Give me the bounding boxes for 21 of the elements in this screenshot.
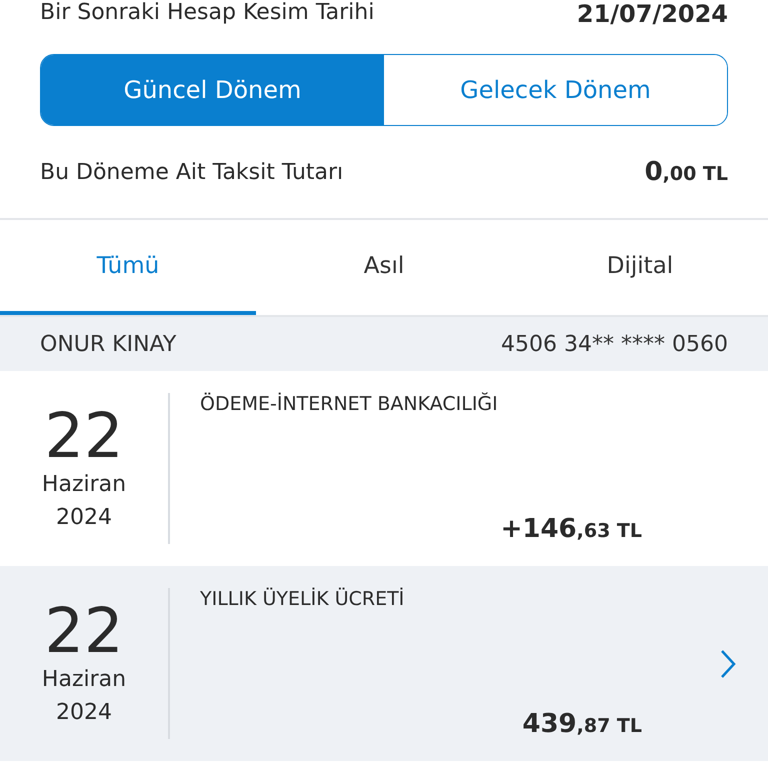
transaction-amount: +146,63 TL [500, 514, 642, 544]
period-tab[interactable]: Güncel Dönem [41, 55, 384, 125]
filter-tab[interactable]: Asıl [256, 220, 512, 315]
transaction-day: 22 [44, 402, 124, 468]
transaction-row[interactable]: 22 Haziran 2024 YILLIK ÜYELİK ÜCRETİ 439,87 TL [0, 566, 768, 761]
transaction-year: 2024 [56, 699, 112, 728]
transaction-amount: 439,87 TL [522, 709, 642, 739]
statement-date-label: Bir Sonraki Hesap Kesim Tarihi [40, 0, 374, 25]
card-number: 4506 34** **** 0560 [501, 332, 728, 356]
transaction-title: ÖDEME-İNTERNET BANKACILIĞI [200, 393, 499, 415]
statement-date-value: 21/07/2024 [576, 0, 728, 28]
transaction-title: YILLIK ÜYELİK ÜCRETİ [200, 588, 406, 610]
filter-tab[interactable]: Dijital [512, 220, 768, 315]
transaction-year: 2024 [56, 504, 112, 532]
installment-label: Bu Döneme Ait Taksit Tutarı [40, 160, 344, 184]
transaction-month: Haziran [42, 471, 126, 500]
chevron-right-icon[interactable] [720, 648, 736, 678]
transaction-month: Haziran [42, 666, 126, 694]
card-holder: ONUR KINAY [40, 332, 176, 356]
installment-amount: 0,00 TL [644, 157, 728, 187]
transaction-day: 22 [44, 598, 124, 664]
